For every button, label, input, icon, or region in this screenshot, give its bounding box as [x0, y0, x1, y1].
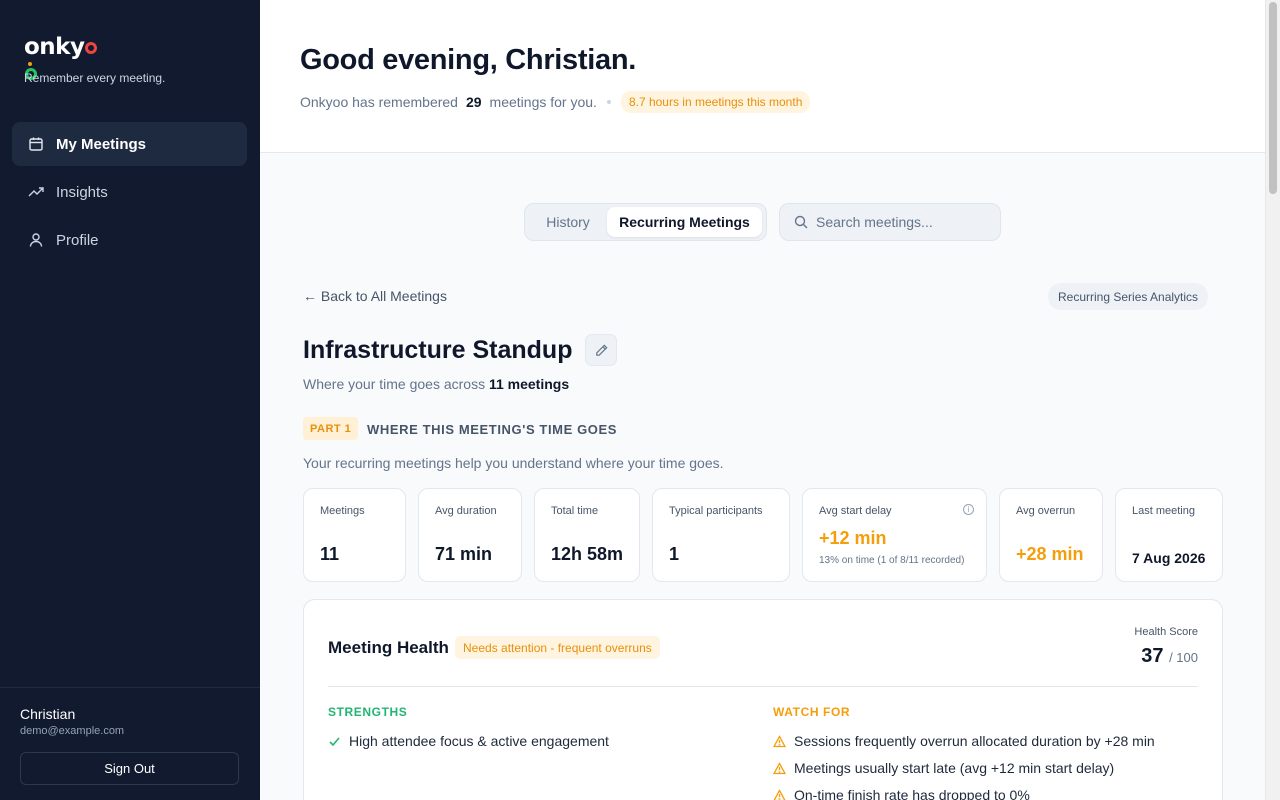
part-badge: PART 1: [303, 417, 359, 440]
separator-dot: [606, 100, 611, 104]
stat-card-meetings: Meetings 11: [303, 488, 406, 582]
meeting-subtitle: Where your time goes across 11 meetings: [303, 376, 569, 392]
calendar-icon: [29, 137, 43, 151]
stat-card-avg-start-delay: Avg start delay i +12 min 13% on time (1…: [802, 488, 987, 582]
warning-icon: [773, 761, 786, 774]
stat-label: Typical participants: [669, 505, 763, 517]
scrollbar-thumb[interactable]: [1269, 2, 1277, 194]
remembered-prefix: Onkyoo has remembered: [300, 94, 458, 110]
stat-value: +12 min: [819, 528, 887, 548]
divider: [328, 686, 1198, 687]
strength-text: High attendee focus & active engagement: [349, 733, 609, 749]
logo-dot: [28, 62, 32, 66]
meeting-title: Infrastructure Standup: [303, 336, 573, 364]
watch-item: Meetings usually start late (avg +12 min…: [773, 760, 1114, 776]
user-name: Christian: [20, 706, 76, 722]
stat-label: Last meeting: [1132, 505, 1195, 517]
stat-value: 7 Aug 2026: [1132, 550, 1206, 566]
tab-recurring-meetings[interactable]: Recurring Meetings: [607, 207, 762, 237]
page-header: Good evening, Christian. Onkyoo has reme…: [260, 0, 1265, 153]
sidebar-item-label: My Meetings: [56, 135, 147, 153]
health-score: 37 / 100: [1141, 645, 1198, 668]
back-to-all-meetings-link[interactable]: ← Back to All Meetings: [303, 288, 447, 304]
search-box[interactable]: [779, 203, 1001, 241]
tab-history[interactable]: History: [529, 207, 607, 237]
search-input[interactable]: [816, 214, 986, 230]
stat-label: Avg overrun: [1016, 505, 1076, 517]
health-score-max: / 100: [1169, 650, 1198, 665]
pencil-icon: [595, 343, 608, 356]
strength-item: High attendee focus & active engagement: [328, 733, 609, 749]
watch-for-heading: WATCH FOR: [773, 705, 851, 719]
sidebar-item-insights[interactable]: Insights: [12, 170, 247, 214]
section-title: WHERE THIS MEETING'S TIME GOES: [367, 422, 618, 437]
edit-title-button[interactable]: [585, 334, 617, 366]
sidebar-item-profile[interactable]: Profile: [12, 218, 247, 262]
search-icon: [794, 215, 808, 229]
warning-icon: [773, 734, 786, 747]
page-title: Good evening, Christian.: [300, 44, 636, 76]
stat-value: 71 min: [435, 544, 493, 564]
logo-o-red: [85, 42, 98, 54]
health-title: Meeting Health: [328, 638, 449, 657]
watch-item: Sessions frequently overrun allocated du…: [773, 733, 1155, 749]
page-scrollbar[interactable]: [1265, 0, 1280, 800]
stat-card-avg-overrun: Avg overrun +28 min: [999, 488, 1103, 582]
sidebar-item-label: Profile: [56, 231, 99, 249]
stat-value: 11: [320, 544, 340, 564]
watch-text: On-time finish rate has dropped to 0%: [794, 787, 1030, 800]
watch-text: Sessions frequently overrun allocated du…: [794, 733, 1155, 749]
stat-value: 1: [669, 544, 680, 564]
stat-value: +28 min: [1016, 544, 1084, 564]
subtitle-prefix: Where your time goes across: [303, 376, 486, 392]
user-block: Christian demo@example.com Sign Out: [0, 687, 260, 800]
health-score-label: Health Score: [1134, 626, 1198, 638]
user-icon: [29, 233, 43, 247]
sidebar-item-label: Insights: [56, 183, 108, 201]
hours-badge: 8.7 hours in meetings this month: [620, 91, 811, 113]
info-icon[interactable]: i: [963, 504, 974, 515]
meeting-count: 29: [465, 94, 482, 110]
stat-label: Meetings: [320, 505, 365, 517]
watch-item: On-time finish rate has dropped to 0%: [773, 787, 1030, 800]
stat-label: Total time: [551, 505, 599, 517]
trending-up-icon: [28, 187, 44, 197]
strengths-heading: STRENGTHS: [328, 705, 408, 719]
stat-label: Avg start delay: [819, 505, 892, 517]
stat-card-last-meeting: Last meeting 7 Aug 2026: [1115, 488, 1223, 582]
section-description: Your recurring meetings help you underst…: [303, 455, 724, 471]
stat-card-avg-duration: Avg duration 71 min: [418, 488, 522, 582]
sidebar-item-my-meetings[interactable]: My Meetings: [12, 122, 247, 166]
meeting-health-card: Meeting Health Needs attention - frequen…: [303, 599, 1223, 800]
stat-label: Avg duration: [435, 505, 497, 517]
remembered-suffix: meetings for you.: [489, 94, 597, 110]
main-content: History Recurring Meetings ← Back to All…: [260, 153, 1265, 800]
stat-value: 12h 58m: [551, 544, 624, 564]
subtitle-count: 11 meetings: [488, 376, 570, 392]
view-tabs: History Recurring Meetings: [524, 203, 767, 241]
stat-card-typical-participants: Typical participants 1: [652, 488, 790, 582]
user-email: demo@example.com: [20, 725, 125, 737]
tagline: Remember every meeting.: [24, 71, 166, 85]
check-icon: [329, 736, 340, 746]
health-score-value: 37: [1141, 645, 1164, 667]
sign-out-button[interactable]: Sign Out: [20, 752, 239, 785]
sidebar: onky Remember every meeting. My Meetings…: [0, 0, 260, 800]
health-status-badge: Needs attention - frequent overruns: [455, 636, 660, 659]
header-subline: Onkyoo has remembered 29 meetings for yo…: [300, 91, 811, 113]
stat-note: 13% on time (1 of 8/11 recorded): [819, 555, 965, 566]
sidebar-nav: My Meetings Insights Profile: [12, 122, 247, 266]
warning-icon: [773, 788, 786, 800]
stat-card-total-time: Total time 12h 58m: [534, 488, 640, 582]
watch-text: Meetings usually start late (avg +12 min…: [794, 760, 1115, 776]
series-analytics-badge: Recurring Series Analytics: [1048, 283, 1209, 310]
